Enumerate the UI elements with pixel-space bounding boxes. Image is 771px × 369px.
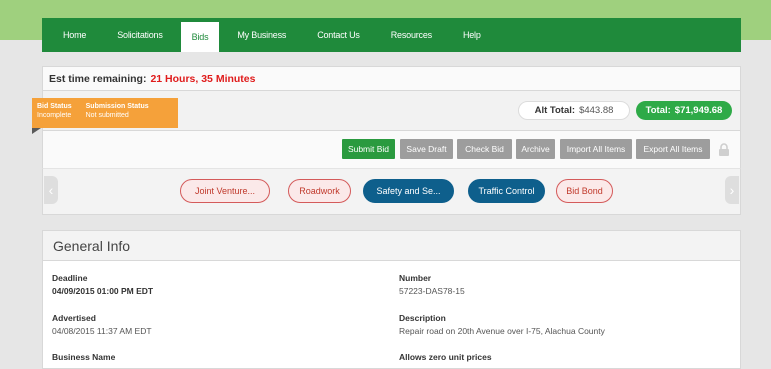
submission-status-label: Submission Status [85, 103, 149, 110]
tag-bid-bond[interactable]: Bid Bond [556, 179, 613, 203]
deadline-value: 04/09/2015 01:00 PM EDT [52, 286, 154, 296]
bid-status-label: Bid Status [37, 103, 72, 110]
advertised-value: 04/08/2015 11:37 AM EDT [52, 326, 152, 336]
description-label: Description [399, 313, 446, 323]
time-remaining-label: Est time remaining: [49, 72, 147, 85]
import-all-items-button[interactable]: Import All Items [560, 139, 632, 159]
save-draft-button[interactable]: Save Draft [400, 139, 453, 159]
alt-total-label: Alt Total: [534, 105, 576, 116]
nav-home[interactable]: Home [50, 18, 99, 52]
deadline-label: Deadline [52, 273, 88, 283]
total-pill: Total: $71,949.68 [636, 101, 732, 120]
allows-zero-unit-prices-label: Allows zero unit prices [399, 352, 492, 362]
submit-bid-button[interactable]: Submit Bid [342, 139, 395, 159]
alt-total-pill: Alt Total: $443.88 [518, 101, 630, 120]
tag-safety-and-security[interactable]: Safety and Se... [363, 179, 454, 203]
business-name-label: Business Name [52, 352, 116, 362]
bid-status-value: Incomplete [37, 112, 72, 119]
time-remaining-panel: Est time remaining: 21 Hours, 35 Minutes [42, 66, 741, 90]
alt-total-value: $443.88 [579, 105, 614, 116]
chevron-left-icon[interactable]: ‹ [44, 176, 58, 204]
status-badge-notch [32, 128, 41, 134]
lock-icon[interactable] [717, 142, 731, 158]
total-label: Total: [645, 105, 671, 116]
nav-help[interactable]: Help [450, 18, 494, 52]
nav-resources[interactable]: Resources [378, 18, 445, 52]
number-value: 57223-DAS78-15 [399, 286, 465, 296]
nav-contact-us[interactable]: Contact Us [304, 18, 373, 52]
submission-status-value: Not submitted [85, 112, 129, 119]
advertised-label: Advertised [52, 313, 96, 323]
number-label: Number [399, 273, 432, 283]
time-remaining-value: 21 Hours, 35 Minutes [150, 72, 256, 85]
check-bid-button[interactable]: Check Bid [457, 139, 512, 159]
chevron-right-icon[interactable]: › [725, 176, 739, 204]
main-nav: Home Solicitations Bids My Business Cont… [42, 18, 741, 52]
nav-bids[interactable]: Bids [180, 22, 220, 52]
export-all-items-button[interactable]: Export All Items [636, 139, 710, 159]
status-badge: Bid Status Incomplete Submission Status … [32, 98, 178, 128]
tag-traffic-control[interactable]: Traffic Control [468, 179, 545, 203]
nav-my-business[interactable]: My Business [224, 18, 299, 52]
tag-joint-venture[interactable]: Joint Venture... [180, 179, 270, 203]
total-value: $71,949.68 [674, 105, 723, 116]
general-info-title: General Info [42, 230, 741, 261]
nav-solicitations[interactable]: Solicitations [104, 18, 175, 52]
description-value: Repair road on 20th Avenue over I-75, Al… [399, 326, 605, 336]
archive-button[interactable]: Archive [516, 139, 555, 159]
tag-roadwork[interactable]: Roadwork [288, 179, 351, 203]
